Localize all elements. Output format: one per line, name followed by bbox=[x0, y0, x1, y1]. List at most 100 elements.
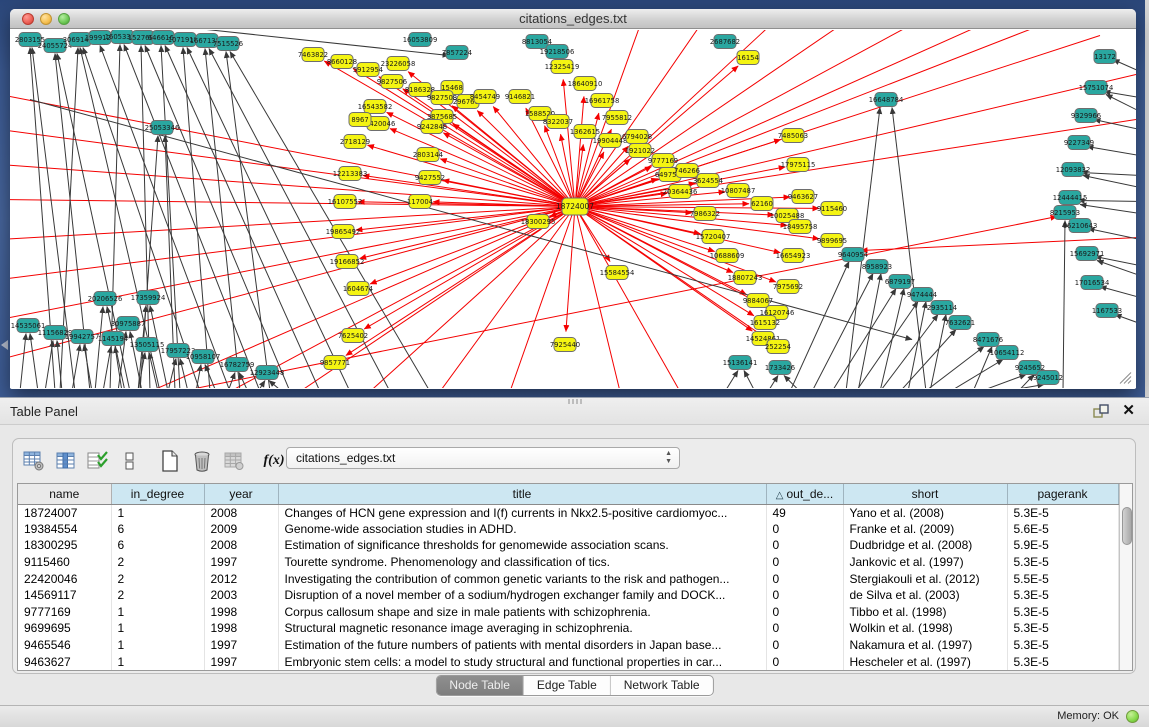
graph-edge[interactable] bbox=[1087, 147, 1136, 156]
splitter-grip[interactable] bbox=[568, 399, 582, 404]
column-header-pagerank[interactable]: pagerank bbox=[1007, 484, 1118, 504]
table-cell: 1 bbox=[111, 504, 204, 521]
table-selector-dropdown[interactable]: citations_edges.txt ▲▼ bbox=[286, 447, 680, 469]
table-row[interactable]: 1830029562008Estimation of significance … bbox=[18, 537, 1118, 554]
graph-edge[interactable] bbox=[72, 345, 80, 389]
graph-edge[interactable] bbox=[880, 289, 904, 389]
table-scrollbar[interactable] bbox=[1119, 484, 1133, 670]
graph-edge[interactable] bbox=[561, 134, 575, 206]
graph-edge[interactable] bbox=[1097, 261, 1136, 276]
collapse-panel-arrow-icon[interactable] bbox=[1, 340, 8, 350]
graph-edge[interactable] bbox=[145, 46, 290, 389]
column-header-short[interactable]: short bbox=[843, 484, 1007, 504]
table-cell: 5.3E-5 bbox=[1007, 554, 1118, 571]
table-row[interactable]: 1872400712008Changes of HCN gene express… bbox=[18, 504, 1118, 521]
graph-edge[interactable] bbox=[575, 30, 700, 207]
column-header-name[interactable]: name bbox=[18, 484, 111, 504]
graph-edge[interactable] bbox=[510, 207, 575, 389]
graph-edge[interactable] bbox=[790, 262, 849, 389]
float-window-icon[interactable] bbox=[1093, 404, 1109, 418]
graph-edge[interactable] bbox=[1083, 176, 1136, 188]
column-header-year[interactable]: year bbox=[204, 484, 278, 504]
tab-edge-table[interactable]: Edge Table bbox=[523, 676, 610, 695]
table-row[interactable]: 977716911998Corpus callosum shape and si… bbox=[18, 604, 1118, 621]
graph-edge[interactable] bbox=[832, 289, 896, 389]
graph-edge[interactable] bbox=[196, 365, 201, 389]
graph-edge[interactable] bbox=[1063, 221, 1065, 389]
network-window[interactable]: citations_edges.txt 18724007746382286601… bbox=[10, 9, 1136, 389]
graph-edge[interactable] bbox=[1080, 205, 1136, 214]
graph-edge[interactable] bbox=[1106, 95, 1136, 112]
graph-node-label: 9640954 bbox=[838, 251, 868, 259]
function-icon[interactable]: f(x) bbox=[261, 448, 287, 474]
graph-edge[interactable] bbox=[30, 334, 38, 389]
graph-edge[interactable] bbox=[165, 46, 320, 389]
graph-node-label: 16154 bbox=[737, 54, 759, 62]
graph-edge[interactable] bbox=[980, 375, 1026, 389]
tab-node-table[interactable]: Node Table bbox=[436, 676, 523, 695]
graph-edge[interactable] bbox=[744, 371, 755, 389]
graph-node-label: 9115460 bbox=[817, 205, 847, 213]
graph-edge[interactable] bbox=[1113, 60, 1136, 72]
window-minimize-button[interactable] bbox=[40, 13, 52, 25]
table-row[interactable]: 1456911722003Disruption of a novel membe… bbox=[18, 587, 1118, 604]
graph-edge[interactable] bbox=[856, 302, 918, 389]
graph-edge[interactable] bbox=[10, 130, 575, 207]
table-panel-header[interactable]: Table Panel ✕ bbox=[0, 398, 1149, 425]
graph-edge[interactable] bbox=[575, 30, 1040, 207]
column-header-in-degree[interactable]: in_degree bbox=[111, 484, 204, 504]
table-row[interactable]: 946362711997Embryonic stem cells: a mode… bbox=[18, 653, 1118, 670]
graph-edge[interactable] bbox=[95, 307, 103, 389]
table-settings-icon[interactable] bbox=[21, 448, 47, 474]
window-zoom-button[interactable] bbox=[58, 13, 70, 25]
close-icon[interactable]: ✕ bbox=[1122, 402, 1135, 420]
graph-edge[interactable] bbox=[149, 353, 158, 389]
column-header-out-degree[interactable]: △out_de... bbox=[766, 484, 843, 504]
table-row[interactable]: 946554611997Estimation of the future num… bbox=[18, 637, 1118, 654]
scrollbar-thumb[interactable] bbox=[1122, 507, 1132, 545]
graph-edge[interactable] bbox=[1100, 287, 1136, 298]
graph-edge[interactable] bbox=[180, 359, 188, 389]
graph-edge[interactable] bbox=[812, 274, 873, 389]
graph-edge[interactable] bbox=[205, 49, 240, 389]
graph-node-label: 10958107 bbox=[186, 353, 221, 361]
show-column-icon[interactable] bbox=[53, 448, 79, 474]
graph-edge[interactable] bbox=[880, 315, 938, 389]
window-titlebar[interactable]: citations_edges.txt bbox=[10, 9, 1136, 29]
row-select-icon[interactable] bbox=[85, 448, 111, 474]
graph-edge[interactable] bbox=[269, 381, 282, 389]
graph-edge[interactable] bbox=[124, 45, 260, 389]
delete-icon[interactable] bbox=[189, 448, 215, 474]
graph-edge[interactable] bbox=[1115, 315, 1136, 324]
table-header-row[interactable]: name in_degree year title △out_de... sho… bbox=[18, 484, 1118, 504]
graph-edge[interactable] bbox=[768, 376, 778, 389]
import-table-icon[interactable] bbox=[221, 448, 247, 474]
graph-edge[interactable] bbox=[20, 334, 26, 389]
graph-edge[interactable] bbox=[443, 133, 575, 207]
tab-network-table[interactable]: Network Table bbox=[610, 676, 713, 695]
table-row[interactable]: 911546021997Tourette syndrome. Phenomeno… bbox=[18, 554, 1118, 571]
network-canvas[interactable]: 1872400774638228660128591295423226058982… bbox=[10, 30, 1136, 388]
graph-edge[interactable] bbox=[1094, 120, 1136, 130]
table-row[interactable]: 969969511998Structural magnetic resonanc… bbox=[18, 620, 1118, 637]
graph-edge[interactable] bbox=[141, 46, 150, 389]
graph-edge[interactable] bbox=[353, 68, 575, 206]
graph-node-label: 5912954 bbox=[353, 66, 383, 74]
graph-edge[interactable] bbox=[925, 347, 984, 389]
divider-icon[interactable] bbox=[117, 448, 143, 474]
new-document-icon[interactable] bbox=[157, 448, 183, 474]
graph-edge[interactable] bbox=[725, 371, 738, 389]
graph-edge[interactable] bbox=[183, 48, 210, 389]
column-header-title[interactable]: title bbox=[278, 484, 766, 504]
table-row[interactable]: 1938455462009Genome-wide association stu… bbox=[18, 521, 1118, 538]
graph-edge[interactable] bbox=[187, 48, 350, 389]
graph-edge[interactable] bbox=[575, 36, 1100, 207]
table-row[interactable]: 2242004622012Investigating the contribut… bbox=[18, 570, 1118, 587]
graph-edge[interactable] bbox=[226, 52, 270, 389]
window-close-button[interactable] bbox=[22, 13, 34, 25]
graph-edge[interactable] bbox=[1104, 92, 1136, 98]
graph-edge[interactable] bbox=[84, 345, 92, 389]
graph-node-label: 8967 bbox=[351, 116, 368, 124]
graph-edge[interactable] bbox=[258, 381, 265, 389]
graph-edge[interactable] bbox=[575, 75, 1136, 207]
